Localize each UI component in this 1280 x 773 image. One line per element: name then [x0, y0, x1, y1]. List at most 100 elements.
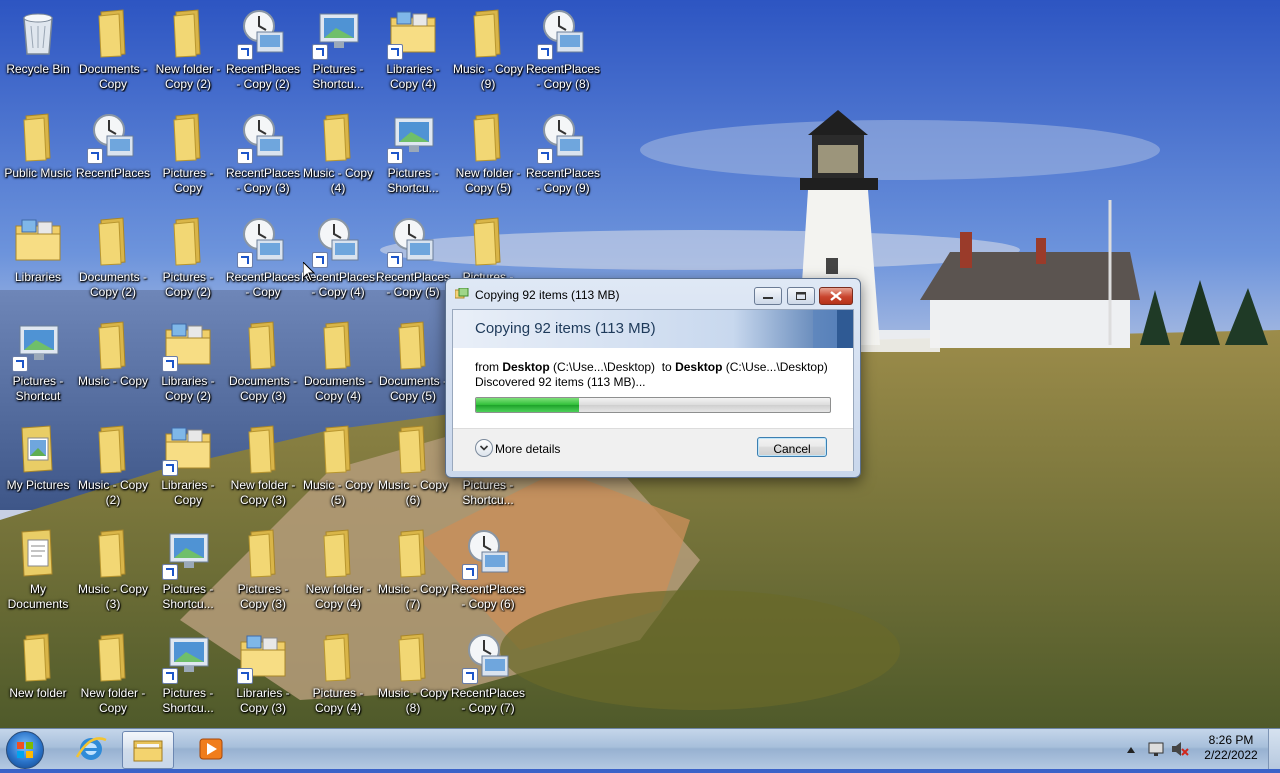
maximize-button[interactable]	[787, 287, 815, 305]
start-button[interactable]	[6, 731, 44, 769]
system-clock[interactable]: 8:26 PM 2/22/2022	[1196, 733, 1266, 763]
desktop-icon[interactable]: Pictures - Copy (3)	[225, 522, 301, 626]
show-desktop-button[interactable]	[1268, 729, 1280, 769]
desktop-icon[interactable]: RecentPlaces - Copy (9)	[525, 106, 601, 210]
desktop-icon-image	[89, 216, 137, 266]
dialog-content: Copying 92 items (113 MB) from Desktop (…	[452, 309, 854, 471]
source-name[interactable]: Desktop	[502, 360, 549, 374]
desktop-icon[interactable]: Pictures - Shortcu...	[150, 626, 226, 730]
desktop-icon[interactable]: RecentPlaces - Copy (5)	[375, 210, 451, 314]
desktop-icon[interactable]: RecentPlaces - Copy	[225, 210, 301, 314]
desktop-icon-label: Music - Copy (7)	[377, 582, 448, 611]
desktop-icon[interactable]: Libraries - Copy (3)	[225, 626, 301, 730]
desktop-icon[interactable]: Libraries - Copy (4)	[375, 2, 451, 106]
desktop-icon-label: Music - Copy (5)	[302, 478, 373, 507]
minimize-button[interactable]	[754, 287, 782, 305]
desktop-icon-label: Public Music	[4, 166, 72, 180]
desktop-icon-image	[312, 8, 362, 60]
desktop-icon-label: RecentPlaces - Copy (6)	[450, 582, 526, 611]
desktop-icon[interactable]: Documents - Copy	[75, 2, 151, 106]
close-button[interactable]	[819, 287, 853, 305]
desktop-icon-label: Music - Copy (3)	[77, 582, 148, 611]
desktop-icon-image	[237, 216, 287, 268]
desktop-icon[interactable]: Documents - Copy (4)	[300, 314, 376, 418]
desktop-icon[interactable]: New folder - Copy (5)	[450, 106, 526, 210]
desktop-icon-label: Documents - Copy (4)	[303, 374, 373, 403]
taskbar-internet-explorer[interactable]	[66, 731, 116, 767]
shortcut-arrow-icon	[12, 356, 28, 372]
show-hidden-icons-icon[interactable]	[1127, 747, 1135, 753]
desktop-icon[interactable]: New folder - Copy (3)	[225, 418, 301, 522]
cancel-button[interactable]: Cancel	[757, 437, 827, 457]
desktop-icon[interactable]: Music - Copy (2)	[75, 418, 151, 522]
desktop-icon[interactable]: Music - Copy (3)	[75, 522, 151, 626]
desktop-icon[interactable]: Music - Copy	[75, 314, 151, 418]
shortcut-arrow-icon	[162, 460, 178, 476]
desktop-icon[interactable]: Libraries - Copy	[150, 418, 226, 522]
folder-icon	[248, 425, 276, 474]
desktop-icon[interactable]: RecentPlaces - Copy (6)	[450, 522, 526, 626]
desktop-icon-label: Libraries - Copy	[161, 478, 215, 507]
desktop-icon[interactable]: Pictures - Copy (2)	[150, 210, 226, 314]
desktop-icon[interactable]: Music - Copy (6)	[375, 418, 451, 522]
chevron-down-icon	[479, 445, 489, 451]
volume-muted-icon[interactable]	[1172, 742, 1189, 756]
folder-icon	[173, 113, 201, 162]
desktop-icon[interactable]: Music - Copy (7)	[375, 522, 451, 626]
desktop-icon[interactable]: Documents - Copy (5)	[375, 314, 451, 418]
desktop-icon[interactable]: Pictures - Shortcut	[0, 314, 76, 418]
desktop-icon[interactable]: Music - Copy (5)	[300, 418, 376, 522]
more-details-label[interactable]: More details	[495, 442, 560, 456]
minimize-icon	[763, 297, 773, 299]
desktop-icon-image	[537, 8, 587, 60]
desktop-icon[interactable]: RecentPlaces - Copy (8)	[525, 2, 601, 106]
desktop-icon[interactable]: Music - Copy (4)	[300, 106, 376, 210]
desktop-icon[interactable]: Pictures - Shortcu...	[150, 522, 226, 626]
desktop-icon[interactable]: RecentPlaces - Copy (2)	[225, 2, 301, 106]
folder-icon	[98, 217, 126, 266]
desktop-icon[interactable]: RecentPlaces	[75, 106, 151, 210]
desktop-icon[interactable]: Recycle Bin	[0, 2, 76, 106]
desktop-icon-image	[164, 8, 212, 58]
desktop-icon[interactable]: Public Music	[0, 106, 76, 210]
desktop-icon[interactable]: Documents - Copy (2)	[75, 210, 151, 314]
folder-icon	[133, 740, 163, 762]
taskbar-media-player[interactable]	[186, 731, 236, 767]
desktop-icon[interactable]: New folder	[0, 626, 76, 730]
shortcut-arrow-icon	[462, 668, 478, 684]
banner-decoration-icon	[813, 310, 853, 348]
desktop-icon-image	[464, 8, 512, 58]
desktop-icon[interactable]: New folder - Copy	[75, 626, 151, 730]
network-icon[interactable]	[1148, 742, 1164, 756]
desktop-icon[interactable]: My Pictures	[0, 418, 76, 522]
desktop-icon[interactable]: Libraries - Copy (2)	[150, 314, 226, 418]
shortcut-arrow-icon	[162, 564, 178, 580]
desktop-icon[interactable]: New folder - Copy (4)	[300, 522, 376, 626]
source-path: (C:\Use...\Desktop)	[549, 360, 656, 374]
desktop-icon[interactable]: New folder - Copy (2)	[150, 2, 226, 106]
dialog-titlebar[interactable]: Copying 92 items (113 MB)	[446, 279, 860, 309]
desktop-icon[interactable]: Libraries	[0, 210, 76, 314]
desktop-icon[interactable]: Pictures - Shortcu...	[375, 106, 451, 210]
clock-date: 2/22/2022	[1204, 748, 1258, 762]
desktop-icon[interactable]: RecentPlaces - Copy (3)	[225, 106, 301, 210]
desktop-icon-image	[314, 528, 362, 578]
destination-name[interactable]: Desktop	[675, 360, 722, 374]
shortcut-arrow-icon	[162, 668, 178, 684]
library-icon	[15, 219, 61, 261]
desktop-icon-image	[237, 8, 287, 60]
more-details-toggle[interactable]	[475, 439, 493, 457]
desktop-icon[interactable]: Music - Copy (8)	[375, 626, 451, 730]
desktop-icon-label: RecentPlaces - Copy (3)	[225, 166, 301, 195]
desktop-icon[interactable]: Pictures - Shortcu...	[300, 2, 376, 106]
desktop-icon[interactable]: Music - Copy (9)	[450, 2, 526, 106]
desktop-icon[interactable]: RecentPlaces - Copy (7)	[450, 626, 526, 730]
taskbar-windows-explorer[interactable]	[122, 731, 174, 769]
desktop-icon[interactable]: Pictures - Copy (4)	[300, 626, 376, 730]
desktop-icon-label: RecentPlaces	[75, 166, 151, 180]
desktop-icon-label: Pictures - Copy (2)	[162, 270, 214, 299]
desktop-icon[interactable]: Documents - Copy (3)	[225, 314, 301, 418]
desktop-icon-label: Music - Copy (4)	[302, 166, 373, 195]
desktop-icon[interactable]: My Documents	[0, 522, 76, 626]
desktop-icon[interactable]: Pictures - Copy	[150, 106, 226, 210]
